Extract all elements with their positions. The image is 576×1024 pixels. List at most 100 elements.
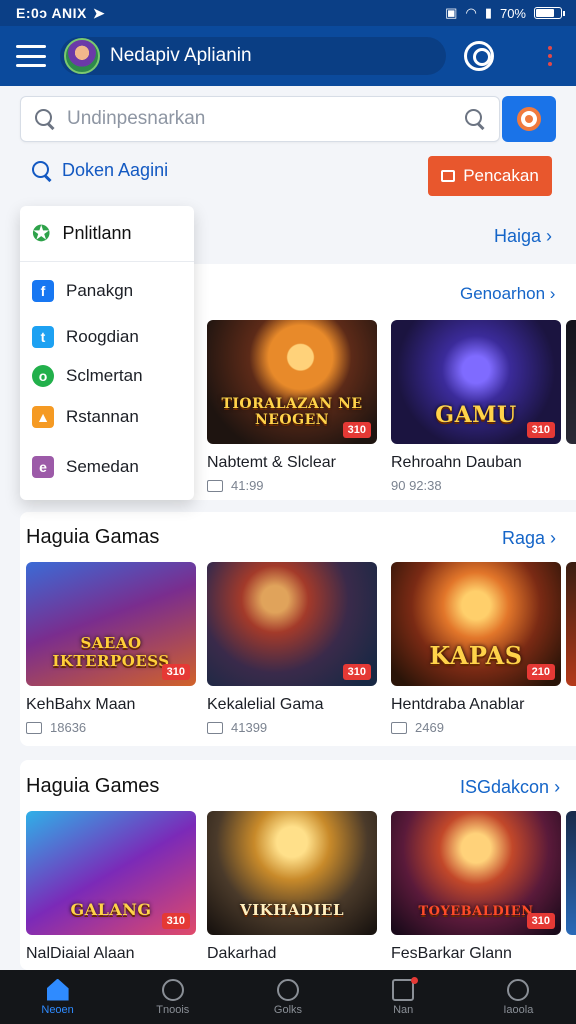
search-submit-icon[interactable] (465, 109, 485, 129)
game-title: Dakarhad (207, 945, 277, 962)
cta-label: Pencakan (463, 166, 539, 185)
game-meta: 41399 (231, 720, 268, 735)
nav-tab-profile[interactable]: Iaoola (468, 978, 568, 1016)
search-icon (161, 978, 184, 1001)
game-meta: 18636 (50, 720, 87, 735)
dropdown-item-label: Semedan (66, 457, 139, 476)
facebook-icon: f (32, 280, 54, 302)
game-card[interactable]: VIKHADIEL Dakarhad (207, 811, 377, 963)
location-icon: ➤ (92, 4, 106, 21)
game-card[interactable]: SAEAO IKTERPOESS 310 KehBahx Maan 18636 (26, 562, 196, 735)
app-title: Nedapiv Aplianin (110, 45, 252, 66)
game-logo: VIKHADIEL (239, 901, 344, 919)
next-card-peek[interactable] (566, 320, 576, 444)
nav-label: Golks (273, 1003, 303, 1016)
status-bar: E:0ↄ ANIX ➤ ▣ ◠ ▮ 70% (0, 0, 576, 26)
menu-icon[interactable] (16, 45, 46, 67)
see-all-link[interactable]: ISGdakcon › (460, 777, 560, 798)
game-title: KehBahx Maan (26, 696, 136, 713)
price-badge: 310 (342, 664, 371, 680)
genre-link[interactable]: Genoarhon › (460, 284, 555, 304)
image-icon: ▲ (32, 406, 54, 428)
twitter-icon: t (32, 326, 54, 348)
price-badge: 310 (342, 422, 371, 438)
next-card-peek[interactable] (566, 562, 576, 686)
account-icon[interactable] (464, 41, 494, 71)
game-card[interactable]: TIORALAZAN NE NEOGEN 310 Nabtemt & Slcle… (207, 320, 377, 493)
game-card[interactable]: TOYEBALDIEN 310 FesBarkar Glann (391, 811, 561, 963)
mic-icon (517, 107, 541, 131)
dropdown-item[interactable]: ▲ Rstannan (32, 406, 139, 428)
sim-icon: ▣ (445, 5, 458, 20)
store-icon: e (32, 456, 54, 478)
status-time: E:0ↄ ANIX (16, 5, 87, 21)
game-card[interactable]: GAMU 310 Rehroahn Dauban 90 92:38 (391, 320, 561, 493)
game-thumbnail: TIORALAZAN NE NEOGEN 310 (207, 320, 377, 444)
nav-tab-search[interactable]: Tnoois (123, 978, 223, 1016)
more-options-icon[interactable] (540, 46, 560, 66)
price-badge: 310 (526, 422, 555, 438)
game-title: Rehroahn Dauban (391, 454, 522, 471)
wifi-icon: ◠ (465, 5, 477, 20)
dropdown-header-label: Pnlitlann (62, 223, 132, 243)
game-thumbnail: VIKHADIEL (207, 811, 377, 935)
game-thumbnail: GALANG 310 (26, 811, 196, 935)
section-title: Haguia Gamas (26, 526, 160, 548)
ticket-icon (441, 170, 456, 182)
game-meta: 90 92:38 (391, 478, 442, 493)
section-title: Haguia Games (26, 775, 160, 797)
game-meta: 41:99 (231, 478, 264, 493)
game-meta: 2469 (415, 720, 444, 735)
screen-icon (26, 721, 42, 734)
game-card[interactable]: KAPAS 210 Hentdraba Anablar 2469 (391, 562, 561, 735)
search-input[interactable] (67, 108, 465, 130)
search-icon (35, 109, 55, 129)
app-title-pill[interactable]: Nedapiv Aplianin (60, 37, 446, 75)
screen-icon (391, 721, 407, 734)
see-all-link-featured[interactable]: Haiga › (494, 226, 552, 247)
nav-tab-messages[interactable]: Nan (353, 976, 453, 1016)
nav-label: Neoen (41, 1003, 74, 1016)
game-thumbnail: 310 (207, 562, 377, 686)
nav-tab-home[interactable]: Neoen (8, 978, 108, 1016)
star-icon: ✪ (32, 220, 51, 246)
game-title: NalDiaial Alaan (26, 945, 135, 962)
next-card-peek[interactable] (566, 811, 576, 935)
compass-icon (276, 978, 299, 1001)
search-bar (20, 96, 500, 142)
dropdown-item-label: Sclmertan (66, 366, 143, 385)
browse-link[interactable]: Doken Aagini (32, 160, 168, 181)
search-icon (32, 160, 52, 181)
game-title: FesBarkar Glann (391, 945, 512, 962)
nav-label: Tnoois (156, 1003, 190, 1016)
dropdown-item-label: Roogdian (66, 327, 139, 346)
dropdown-item[interactable]: t Roogdian (32, 326, 139, 348)
game-card[interactable]: 310 Kekalelial Gama 41399 (207, 562, 377, 735)
nav-label: Nan (393, 1003, 414, 1016)
game-card[interactable]: GALANG 310 NalDiaial Alaan (26, 811, 196, 963)
game-thumbnail: TOYEBALDIEN 310 (391, 811, 561, 935)
price-badge: 310 (526, 913, 555, 929)
cta-button[interactable]: Pencakan (428, 156, 552, 196)
price-badge: 310 (161, 913, 190, 929)
dropdown-item[interactable]: f Panakgn (32, 280, 133, 302)
screen-icon (207, 479, 223, 492)
game-title: Kekalelial Gama (207, 696, 324, 713)
home-icon (46, 978, 69, 1001)
avatar[interactable] (64, 38, 100, 74)
battery-percent: 70% (499, 5, 526, 21)
bottom-nav: Neoen Tnoois Golks Nan Iaoola (0, 970, 576, 1024)
dropdown-item[interactable]: o Sclmertan (32, 365, 143, 387)
nav-tab-explore[interactable]: Golks (238, 978, 338, 1016)
voice-search-button[interactable] (502, 96, 556, 142)
profile-icon (507, 978, 530, 1001)
browse-label: Doken Aagini (62, 160, 169, 180)
game-title: Hentdraba Anablar (391, 696, 525, 713)
screen-icon (207, 721, 223, 734)
see-all-link[interactable]: Raga › (502, 528, 556, 549)
app-bar: Nedapiv Aplianin (0, 26, 576, 86)
dropdown-header[interactable]: ✪ Pnlitlann (20, 206, 194, 262)
signal-icon: ▮ (484, 5, 492, 20)
dropdown-item[interactable]: e Semedan (32, 456, 139, 478)
nav-label: Iaoola (503, 1003, 534, 1016)
